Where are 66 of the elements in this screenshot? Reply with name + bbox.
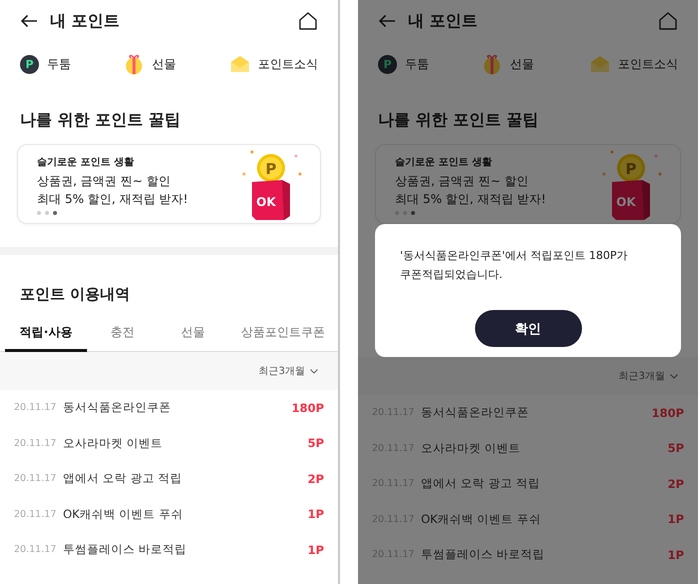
dialog-message: 쿠폰적립되었습니다.	[400, 267, 504, 283]
history-title: OK캐쉬백 이벤트 푸쉬	[63, 506, 184, 522]
home-icon[interactable]	[298, 11, 318, 31]
points-text: 2P	[308, 472, 324, 486]
gift-icon[interactable]	[124, 53, 144, 75]
shortcut-label[interactable]: 선물	[152, 56, 176, 72]
history-title: 오사라마켓 이벤트	[421, 440, 522, 456]
tip-text: 상품권, 금액권 찐~ 할인	[395, 173, 530, 190]
history-title: 투썸플레이스 바로적립	[421, 547, 546, 562]
history-title: 동서식품온라인쿠폰	[421, 405, 530, 420]
shortcut-label[interactable]: 두툼	[405, 56, 429, 72]
points-text: 180P	[652, 406, 684, 420]
history-title: 오사라마켓 이벤트	[63, 436, 164, 451]
section-title: 나를 위한 포인트 꿀팁	[377, 109, 540, 131]
page-title: 내 포인트	[50, 10, 121, 32]
tip-card[interactable]: 슬기로운 포인트 생활 상품권, 금액권 찐~ 할인 최대 5% 할인, 재적립 받자! P OK	[17, 144, 321, 224]
points-text: 5P	[668, 441, 684, 456]
tip-subtitle: 슬기로운 포인트 생활	[395, 156, 493, 169]
points-text: 1P	[668, 548, 684, 562]
slide-dot[interactable]	[411, 211, 415, 215]
slide-dot[interactable]	[37, 211, 41, 215]
history-title: OK캐쉬백 이벤트 푸쉬	[421, 512, 542, 527]
tip-text: 상품권, 금액권 찐~ 할인	[37, 173, 172, 190]
tab[interactable]: 선물	[158, 315, 228, 352]
coin-box-drawing: P OK	[238, 148, 304, 222]
period-dropdown[interactable]: 최근3개월	[258, 364, 318, 378]
tab[interactable]: 충전	[87, 315, 158, 352]
history-title: 앱에서 오락 광고 적립	[421, 476, 541, 492]
points-text: 1P	[308, 507, 324, 522]
date-text: 20.11.17	[14, 473, 58, 484]
tip-text: 최대 5% 할인, 재적립 받자!	[37, 191, 188, 208]
shortcut-label[interactable]: 선물	[510, 56, 534, 72]
points-text: 1P	[308, 542, 324, 557]
section-title: 포인트 이용내역	[19, 284, 132, 305]
history-title: 투썸플레이스 바로적립	[63, 542, 188, 558]
back-icon[interactable]	[20, 14, 38, 28]
slide-dot[interactable]	[53, 211, 57, 215]
page-title: 내 포인트	[408, 10, 479, 32]
coin-box-drawing: P OK	[598, 148, 664, 222]
points-text: 1P	[668, 512, 684, 526]
date-text: 20.11.17	[14, 508, 58, 520]
shortcut-label[interactable]: 포인트소식	[258, 56, 318, 72]
chevron-down-icon	[310, 368, 318, 374]
date-text: 20.11.17	[14, 544, 58, 556]
history-title: 동서식품온라인쿠폰	[63, 400, 172, 416]
confirm-button[interactable]: 확인	[474, 310, 582, 347]
period-dropdown[interactable]: 최근3개월	[618, 369, 678, 383]
chevron-down-icon	[670, 374, 678, 378]
point-icon[interactable]: P	[378, 54, 397, 74]
date-text: 20.11.17	[14, 438, 58, 449]
history-title: 앱에서 오락 광고 적립	[63, 471, 183, 486]
gift-icon[interactable]	[482, 53, 502, 75]
shortcut-label[interactable]: 두툼	[47, 56, 71, 72]
points-text: 2P	[668, 476, 684, 491]
tab[interactable]: 상품포인트쿠폰	[228, 315, 338, 352]
dialog-message: '동서식품온라인쿠폰'에서 적립포인트 180P가	[400, 248, 629, 264]
point-icon[interactable]: P	[20, 54, 39, 74]
points-text: 5P	[308, 436, 324, 450]
tip-subtitle: 슬기로운 포인트 생활	[37, 156, 135, 169]
section-title: 나를 위한 포인트 꿀팁	[19, 109, 182, 131]
points-text: 180P	[292, 400, 324, 415]
slide-dot[interactable]	[45, 211, 49, 215]
tip-card[interactable]: 슬기로운 포인트 생활 상품권, 금액권 찐~ 할인 최대 5% 할인, 재적립 받자! P OK	[375, 144, 681, 224]
tip-text: 최대 5% 할인, 재적립 받자!	[395, 191, 546, 208]
shortcut-label[interactable]: 포인트소식	[618, 56, 678, 72]
date-text: 20.11.17	[14, 402, 58, 414]
